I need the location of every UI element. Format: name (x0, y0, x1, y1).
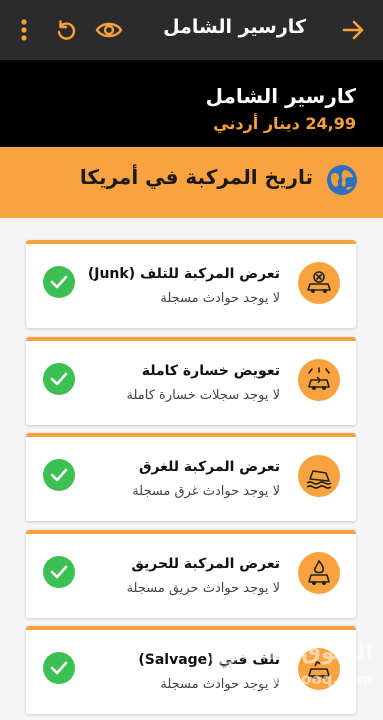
product-header: كارسير الشامل 24,99 دينار أردني (0, 60, 383, 147)
check-circle-icon (43, 363, 75, 395)
globe-icon (327, 165, 357, 195)
salvage-car-icon (308, 660, 330, 679)
eye-icon (95, 22, 123, 38)
history-card-salvage[interactable]: تلف فني (Salvage) لا يوجد حوادث مسجلة (26, 626, 356, 714)
card-icon-badge (298, 262, 340, 304)
total-loss-icon (308, 367, 330, 390)
fire-car-icon (308, 560, 330, 585)
refresh-button[interactable] (52, 14, 80, 46)
section-header: تاريخ المركبة في أمريكا (0, 147, 383, 218)
card-title: تعرض المركبة للحريق (131, 556, 280, 572)
back-button[interactable] (338, 14, 368, 46)
history-card-flood[interactable]: تعرض المركبة للغرق لا يوجد حوادث غرق مسج… (26, 433, 356, 521)
check-circle-icon (43, 266, 75, 298)
preview-button[interactable] (93, 14, 125, 46)
card-icon-badge (298, 648, 340, 690)
card-icon-badge (298, 455, 340, 497)
check-circle-icon (43, 652, 75, 684)
history-card-fire[interactable]: تعرض المركبة للحريق لا يوجد حوادث حريق م… (26, 530, 356, 618)
card-subtitle: لا يوجد حوادث غرق مسجلة (132, 484, 280, 499)
app-bar-title: كارسير الشامل (163, 16, 306, 38)
card-subtitle: لا يوجد حوادث حريق مسجلة (126, 581, 280, 596)
card-subtitle: لا يوجد سجلات خسارة كاملة (126, 388, 281, 403)
card-icon-badge (298, 552, 340, 594)
top-app-bar: كارسير الشامل (0, 0, 383, 60)
card-title: تعويض خسارة كاملة (141, 363, 280, 379)
check-circle-icon (43, 459, 75, 491)
history-card-total-loss[interactable]: تعويض خسارة كاملة لا يوجد سجلات خسارة كا… (26, 337, 356, 425)
card-title: تعرض المركبة للغرق (138, 459, 280, 475)
flood-car-icon (306, 470, 332, 489)
junk-car-icon (307, 271, 331, 293)
back-arrow-icon (342, 20, 364, 40)
card-subtitle: لا يوجد حوادث مسجلة (160, 291, 280, 306)
product-name: كارسير الشامل (205, 84, 356, 108)
section-title: تاريخ المركبة في أمريكا (79, 165, 313, 189)
card-subtitle: لا يوجد حوادث مسجلة (160, 677, 280, 692)
card-title: تلف فني (Salvage) (138, 652, 280, 668)
card-title: تعرض المركبة للتلف (Junk) (87, 266, 280, 282)
history-card-junk[interactable]: تعرض المركبة للتلف (Junk) لا يوجد حوادث … (26, 240, 356, 328)
more-options-button[interactable] (12, 14, 36, 46)
check-circle-icon (43, 556, 75, 588)
card-icon-badge (298, 359, 340, 401)
more-vertical-icon (21, 19, 27, 41)
refresh-icon (57, 20, 76, 40)
product-price: 24,99 دينار أردني (213, 114, 356, 133)
